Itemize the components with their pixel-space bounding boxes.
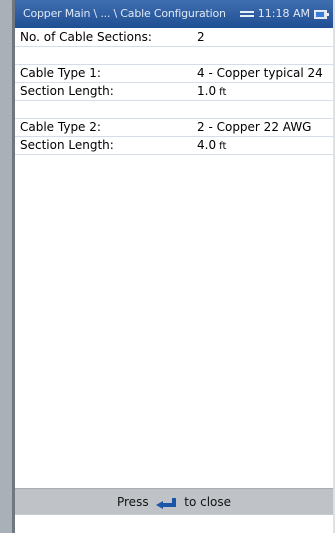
section-length-2-number: 4.0 <box>197 138 217 152</box>
close-hint-bar[interactable]: Press to close <box>15 488 333 514</box>
press-text: Press <box>116 495 149 509</box>
title-bar: Copper Main \ ... \ Cable Configuration … <box>15 0 333 28</box>
status-area: 11:18 AM <box>239 0 329 28</box>
breadcrumb[interactable]: Copper Main \ ... \ Cable Configuration <box>23 0 226 28</box>
section-length-2-row[interactable]: Section Length: 4.0 ft <box>15 137 333 155</box>
bottom-strip <box>15 514 333 533</box>
section-length-1-value: 1.0 ft <box>197 83 226 101</box>
blank-row <box>15 47 333 65</box>
network-arrows-icon <box>239 9 254 19</box>
cable-type-1-label: Cable Type 1: <box>20 66 101 80</box>
blank-row <box>15 101 333 119</box>
enter-key-icon <box>156 497 177 509</box>
section-length-2-label: Section Length: <box>20 138 114 152</box>
cable-sections-value: 2 <box>197 30 205 44</box>
clock-time: 11:18 AM <box>257 7 310 20</box>
to-close-text: to close <box>184 495 232 509</box>
cable-type-1-row[interactable]: Cable Type 1: 4 - Copper typical 24 <box>15 65 333 83</box>
cable-type-1-value: 4 - Copper typical 24 <box>197 66 323 80</box>
cable-type-2-row[interactable]: Cable Type 2: 2 - Copper 22 AWG <box>15 119 333 137</box>
section-length-2-unit: ft <box>219 141 227 152</box>
section-length-1-unit: ft <box>219 87 227 98</box>
section-length-1-row[interactable]: Section Length: 1.0 ft <box>15 83 333 101</box>
battery-icon <box>314 9 329 19</box>
device-bezel <box>0 0 12 533</box>
section-length-2-value: 4.0 ft <box>197 137 226 155</box>
section-length-1-number: 1.0 <box>197 84 217 98</box>
section-length-1-label: Section Length: <box>20 84 114 98</box>
cable-type-2-value: 2 - Copper 22 AWG <box>197 120 312 134</box>
cable-sections-label: No. of Cable Sections: <box>20 30 152 44</box>
cable-type-2-label: Cable Type 2: <box>20 120 101 134</box>
cable-sections-row[interactable]: No. of Cable Sections: 2 <box>15 29 333 47</box>
cable-configuration-screen: Copper Main \ ... \ Cable Configuration … <box>15 0 333 533</box>
